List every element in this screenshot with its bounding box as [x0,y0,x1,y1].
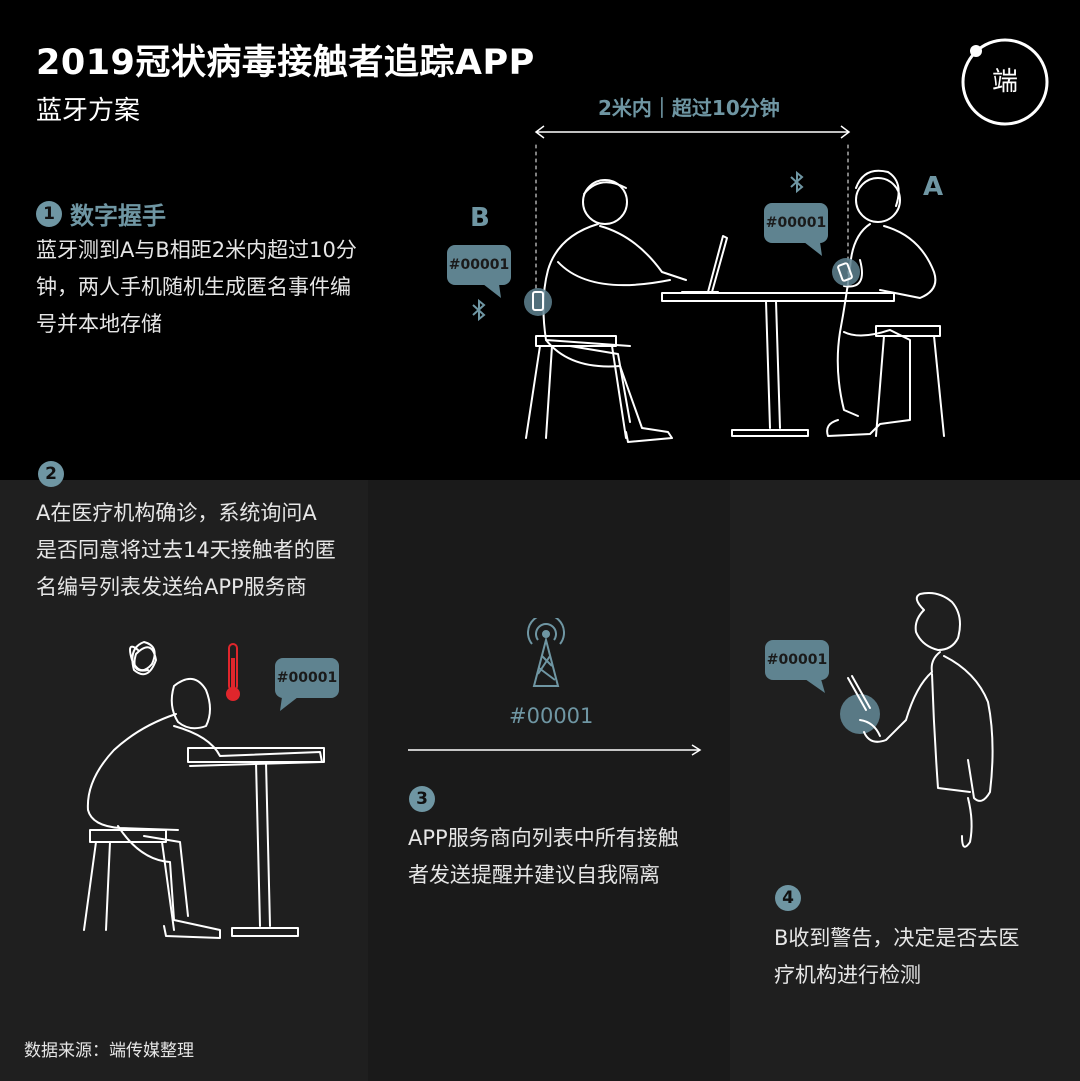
step1-description: 蓝牙测到A与B相距2米内超过10分 钟，两人手机随机生成匿名事件编 号并本地存储 [36,232,357,343]
page-subtitle: 蓝牙方案 [36,96,141,126]
step2-description: A在医疗机构确诊，系统询问A 是否同意将过去14天接触者的匿 名编号列表发送给A… [36,495,336,606]
person-b-label: B [470,203,490,233]
signal-tower-icon [527,618,565,687]
infographic: 2019冠状病毒接触者追踪APP 蓝牙方案 端 2米内｜超过10分钟 1 数字握… [0,0,1080,1081]
step1-title: 数字握手 [70,202,166,230]
step3-line: APP服务商向列表中所有接触 [408,826,679,850]
person-a-label: A [923,172,944,202]
anon-id-bubble-receiver: #00001 [765,640,829,680]
data-source: 数据来源：端传媒整理 [24,1041,194,1061]
scribble-icon [129,641,157,676]
bluetooth-icon [790,170,804,194]
anon-id-bubble-a: #00001 [764,203,828,243]
bubble-tail [805,679,825,693]
bubble-tail [280,697,298,711]
step2-line: A在医疗机构确诊，系统询问A [36,501,317,525]
step2-line: 是否同意将过去14天接触者的匿 [36,538,336,562]
receiver-person-scene [840,592,994,848]
step1-line: 蓝牙测到A与B相距2米内超过10分 [36,238,357,262]
step3-line: 者发送提醒并建议自我隔离 [408,863,660,887]
step2-line: 名编号列表发送给APP服务商 [36,575,307,599]
handshake-scene [524,144,945,443]
step2-number: 2 [38,461,64,487]
step4-line: 疗机构进行检测 [774,963,921,987]
step4-number: 4 [775,885,801,911]
anon-id-bubble-b: #00001 [447,245,511,285]
bubble-tail [804,242,822,256]
step1-line: 号并本地存储 [36,312,162,336]
anon-id-bubble-sick: #00001 [275,658,339,698]
step1-line: 钟，两人手机随机生成匿名事件编 [36,275,351,299]
page-title: 2019冠状病毒接触者追踪APP [36,43,535,83]
step4-description: B收到警告，决定是否去医 疗机构进行检测 [774,920,1019,994]
step1-heading: 1 数字握手 [36,196,166,231]
bluetooth-icon [472,298,486,322]
step1-number: 1 [36,200,62,227]
step4-line: B收到警告，决定是否去医 [774,926,1020,950]
step3-description: APP服务商向列表中所有接触 者发送提醒并建议自我隔离 [408,820,679,894]
distance-duration-label: 2米内｜超过10分钟 [598,96,780,120]
logo-text: 端 [992,67,1018,97]
distance-arrow [534,125,851,139]
panel-step3 [368,480,730,1081]
step3-number: 3 [409,786,435,812]
brand-logo: 端 [961,38,1049,126]
arrow-right-icon [408,744,702,756]
transmitted-id: #00001 [509,704,594,728]
thermometer-icon [226,643,240,701]
